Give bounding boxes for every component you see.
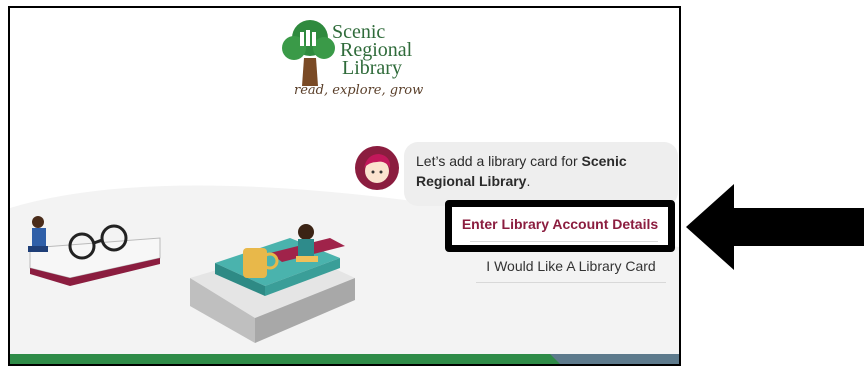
logo-tagline: read, explore, grow: [294, 83, 424, 98]
pointer-arrow-icon: [686, 184, 864, 270]
chat-message-bubble: Let’s add a library card for Scenic Regi…: [404, 142, 678, 206]
assistant-avatar: [355, 146, 399, 190]
request-card-label: I Would Like A Library Card: [486, 258, 656, 274]
request-library-card-button[interactable]: I Would Like A Library Card: [476, 258, 666, 283]
library-logo: Scenic Regional Library read, explore, g…: [280, 18, 430, 110]
enter-details-label: Enter Library Account Details: [461, 216, 659, 232]
enter-library-account-details-button[interactable]: Enter Library Account Details: [445, 200, 675, 252]
option-divider: [470, 241, 658, 242]
app-frame: Scenic Regional Library read, explore, g…: [8, 6, 681, 366]
footer-color-bar: [10, 354, 679, 364]
tree-logo-icon: [282, 20, 335, 86]
logo-line-library: Library: [342, 57, 402, 79]
chat-message-suffix: .: [526, 173, 531, 189]
chat-message-text: Let’s add a library card for Scenic Regi…: [416, 151, 666, 191]
chat-message-prefix: Let’s add a library card for: [416, 153, 582, 169]
